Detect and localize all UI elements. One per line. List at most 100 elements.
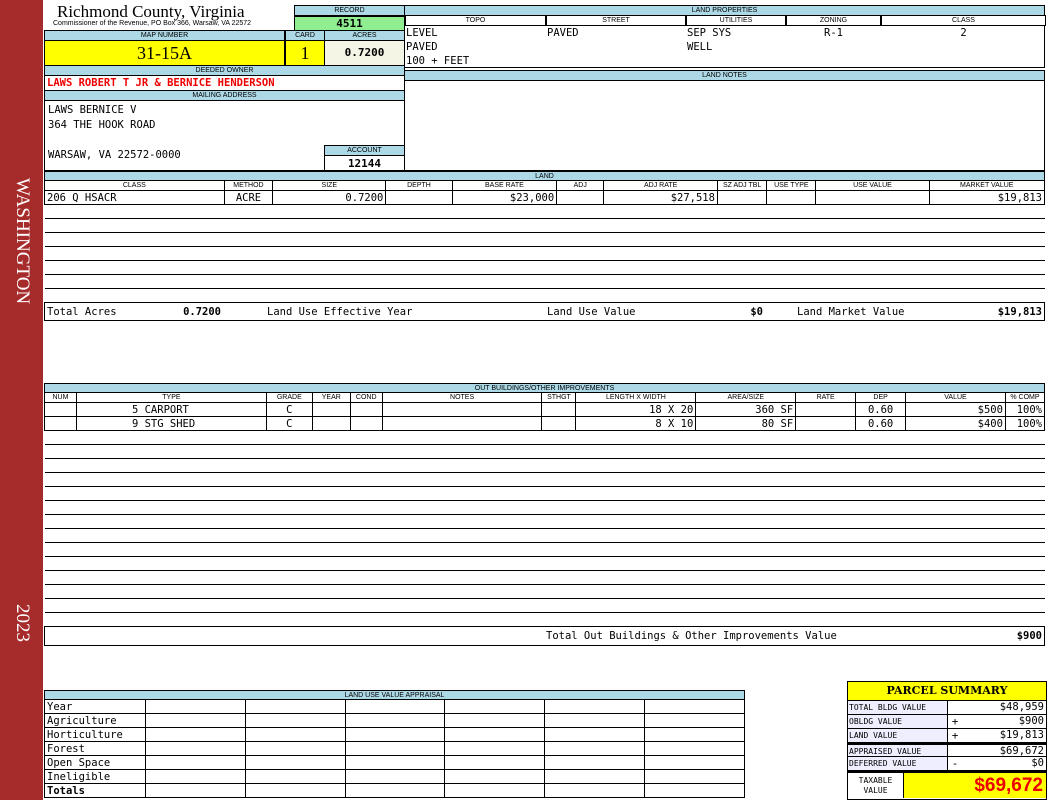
- outbuildings-table: NUM TYPE GRADE YEAR COND NOTES STHGT LENGTH X W…: [44, 392, 1046, 627]
- ob-cell: [382, 486, 542, 501]
- ob-cell: [1005, 556, 1045, 571]
- land-col-header: DEPTH: [385, 180, 453, 191]
- ob-cell: [541, 444, 576, 459]
- ob-cell: [795, 444, 856, 459]
- lu-cell: [644, 741, 745, 756]
- ob-cell: [855, 514, 906, 529]
- land-col-header: ADJ RATE: [603, 180, 718, 191]
- ob-cell: [855, 542, 906, 557]
- account-value: 12144: [324, 155, 405, 171]
- table-row: [44, 246, 1045, 261]
- ob-cell: [541, 556, 576, 571]
- ob-cell: [795, 556, 856, 571]
- ob-cell: C: [265, 402, 313, 417]
- ob-cell: [76, 598, 267, 613]
- owner-value: LAWS ROBERT T JR & BERNICE HENDERSON: [44, 75, 405, 91]
- table-row: [44, 288, 1045, 303]
- summary-label: LAND VALUE: [848, 729, 948, 742]
- table-row: [44, 612, 1045, 627]
- table-row: [44, 232, 1045, 247]
- land-col-header: SZ ADJ TBL: [716, 180, 768, 191]
- lu-cell: [444, 769, 546, 784]
- ob-cell: [541, 430, 576, 445]
- ob-cell: [266, 500, 313, 515]
- ob-cell: [266, 472, 313, 487]
- ob-cell: [905, 528, 1006, 543]
- ob-cell: [76, 542, 267, 557]
- ob-cell: [266, 556, 313, 571]
- land-cell: [815, 190, 930, 205]
- land-cell: [44, 246, 225, 261]
- ob-cell: [350, 528, 383, 543]
- ob-cell: 9 STG SHED: [75, 416, 267, 431]
- parcel-summary-title: PARCEL SUMMARY: [848, 682, 1046, 701]
- table-row: [44, 260, 1045, 275]
- lu-row-label: Agriculture: [44, 713, 146, 728]
- lp-class-value: 2: [960, 27, 967, 39]
- ob-cell: [76, 500, 267, 515]
- lu-cell: [544, 727, 646, 742]
- ob-cell: [905, 430, 1006, 445]
- land-cell: $19,813: [928, 190, 1046, 205]
- ob-cell: [541, 500, 576, 515]
- ob-cell: [905, 444, 1006, 459]
- table-row: Agriculture: [44, 713, 745, 728]
- ob-cell: [795, 612, 856, 627]
- ob-cell: [266, 542, 313, 557]
- ob-cell: [541, 458, 576, 473]
- lp-col-utilities: UTILITIES: [686, 15, 786, 26]
- ob-cell: [795, 430, 856, 445]
- land-cell: [717, 274, 767, 289]
- ob-cell: [76, 444, 267, 459]
- ob-cell: [695, 500, 796, 515]
- lu-cell: [344, 713, 446, 728]
- ob-cell: [349, 416, 383, 431]
- ob-cell: [382, 556, 542, 571]
- ob-cell: [382, 598, 542, 613]
- ob-cell: [76, 612, 267, 627]
- ob-cell: [350, 444, 383, 459]
- ob-cell: 100%: [1004, 416, 1046, 431]
- ob-cell: [350, 430, 383, 445]
- table-row: [44, 528, 1045, 543]
- ob-cell: [1005, 584, 1045, 599]
- lu-cell: [144, 769, 246, 784]
- land-cell: [385, 274, 453, 289]
- land-cell: [815, 232, 930, 247]
- land-cell: [385, 232, 453, 247]
- lu-cell: [244, 783, 346, 798]
- ob-cell: [44, 486, 77, 501]
- ob-cell: [795, 416, 857, 431]
- outbuildings-total: Total Out Buildings & Other Improvements…: [44, 626, 1045, 646]
- ob-cell: [382, 472, 542, 487]
- ob-cell: [312, 556, 351, 571]
- summary-row: DEFERRED VALUE - $0: [848, 757, 1046, 771]
- land-cell: [452, 246, 557, 261]
- effective-year-label: Land Use Effective Year: [267, 306, 413, 318]
- ob-cell: [541, 570, 576, 585]
- ob-cell: 100%: [1004, 402, 1046, 417]
- table-row: Totals: [44, 783, 745, 798]
- summary-sign: +: [951, 715, 959, 728]
- land-cell: [815, 274, 930, 289]
- table-row: [44, 204, 1045, 219]
- lu-cell: [144, 755, 246, 770]
- ob-cell: [695, 570, 796, 585]
- ob-cell: [312, 528, 351, 543]
- ob-cell: 5 CARPORT: [75, 402, 267, 417]
- lp-utilities-value: SEP SYS: [687, 27, 732, 39]
- ob-cell: [905, 486, 1006, 501]
- land-cell: [929, 260, 1045, 275]
- ob-cell: [350, 500, 383, 515]
- ob-cell: $400: [905, 416, 1006, 431]
- ob-cell: 0.60: [855, 416, 907, 431]
- land-cell: [385, 218, 453, 233]
- lp-zoning-value: R-1: [824, 27, 843, 39]
- land-cell: 206 Q HSACR: [44, 190, 225, 205]
- taxable-value: $69,672: [904, 773, 1046, 798]
- ob-cell: [905, 556, 1006, 571]
- table-row: [44, 486, 1045, 501]
- map-number-value: 31-15A: [44, 40, 285, 66]
- ob-cell: [905, 472, 1006, 487]
- land-cell: [766, 204, 816, 219]
